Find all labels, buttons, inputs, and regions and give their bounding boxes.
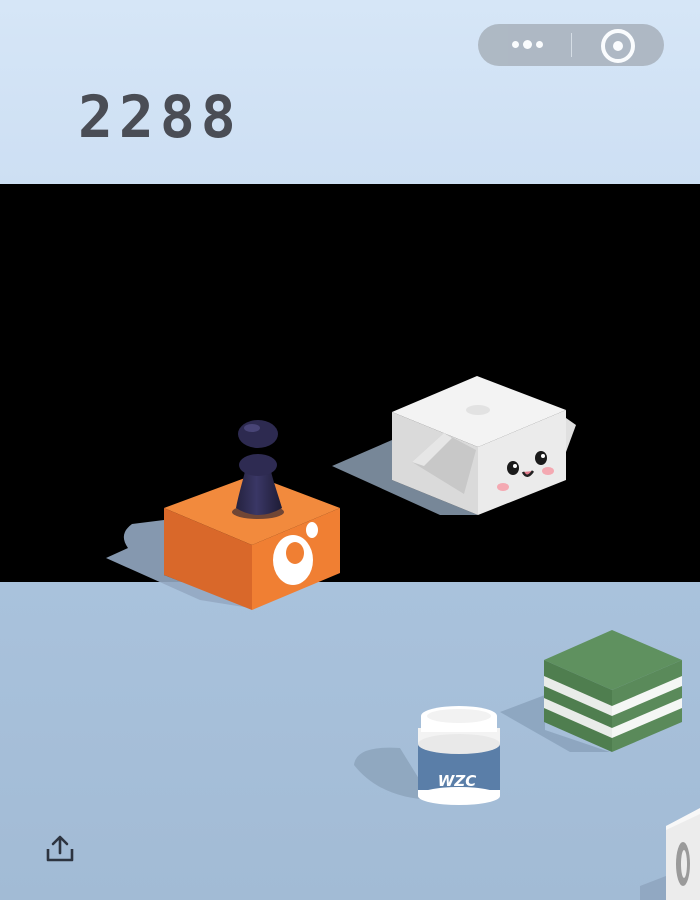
target-close-icon <box>601 29 635 63</box>
score-display: 2288 <box>78 83 242 151</box>
face-eye-icon <box>507 461 519 475</box>
bottle-label: WZC <box>438 772 476 790</box>
share-upload-icon <box>46 835 74 862</box>
close-button[interactable] <box>571 24 664 66</box>
share-button[interactable] <box>44 834 76 864</box>
menu-capsule <box>478 24 664 66</box>
black-band <box>0 184 700 582</box>
more-dots-icon <box>512 41 519 48</box>
more-options-button[interactable] <box>478 24 571 66</box>
